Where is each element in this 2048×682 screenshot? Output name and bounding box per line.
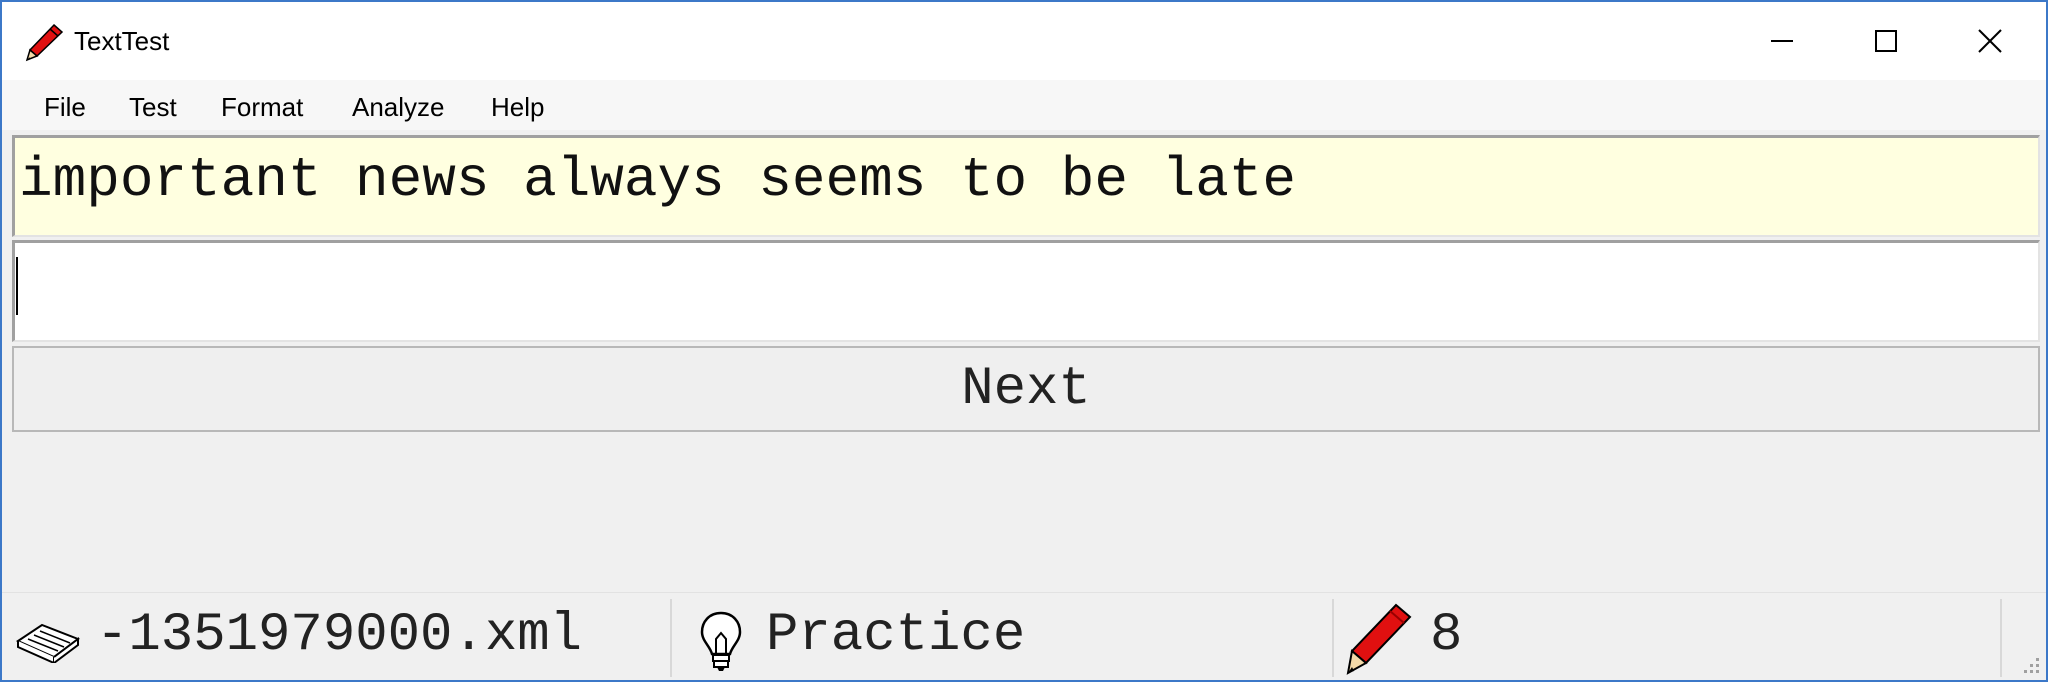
status-divider bbox=[670, 599, 672, 677]
menu-format[interactable]: Format bbox=[221, 90, 303, 125]
menu-analyze[interactable]: Analyze bbox=[352, 90, 445, 125]
menu-help[interactable]: Help bbox=[491, 90, 544, 125]
next-button[interactable]: Next bbox=[12, 346, 2040, 432]
red-pencil-icon bbox=[25, 23, 64, 62]
minimize-icon bbox=[1771, 40, 1793, 42]
typing-input[interactable] bbox=[12, 240, 2040, 342]
status-mode: Practice bbox=[766, 605, 1026, 666]
maximize-icon bbox=[1875, 30, 1897, 52]
status-count: 8 bbox=[1430, 605, 1463, 666]
status-file-name: -1351979000.xml bbox=[96, 605, 583, 666]
lightbulb-icon bbox=[700, 611, 742, 671]
prompt-text: important news always seems to be late bbox=[19, 148, 1297, 212]
open-book-icon bbox=[15, 623, 81, 663]
close-button[interactable] bbox=[1940, 2, 2040, 80]
maximize-button[interactable] bbox=[1836, 2, 1936, 80]
resize-grip-icon[interactable] bbox=[2020, 654, 2042, 676]
prompt-display: important news always seems to be late bbox=[12, 135, 2040, 237]
title-bar[interactable]: TextTest bbox=[2, 2, 2046, 80]
status-bar: -1351979000.xml Practice 8 bbox=[2, 592, 2046, 680]
status-divider bbox=[2000, 599, 2002, 677]
red-pencil-icon bbox=[1346, 603, 1412, 675]
menu-test[interactable]: Test bbox=[129, 90, 177, 125]
text-caret bbox=[16, 257, 18, 315]
minimize-button[interactable] bbox=[1732, 2, 1832, 80]
status-divider bbox=[1332, 599, 1334, 677]
menu-file[interactable]: File bbox=[44, 90, 86, 125]
menu-bar: File Test Format Analyze Help bbox=[2, 80, 2046, 130]
close-icon bbox=[1978, 29, 2002, 53]
app-window: TextTest File Test Format Analyze Help i… bbox=[0, 0, 2048, 682]
window-title: TextTest bbox=[74, 26, 170, 56]
